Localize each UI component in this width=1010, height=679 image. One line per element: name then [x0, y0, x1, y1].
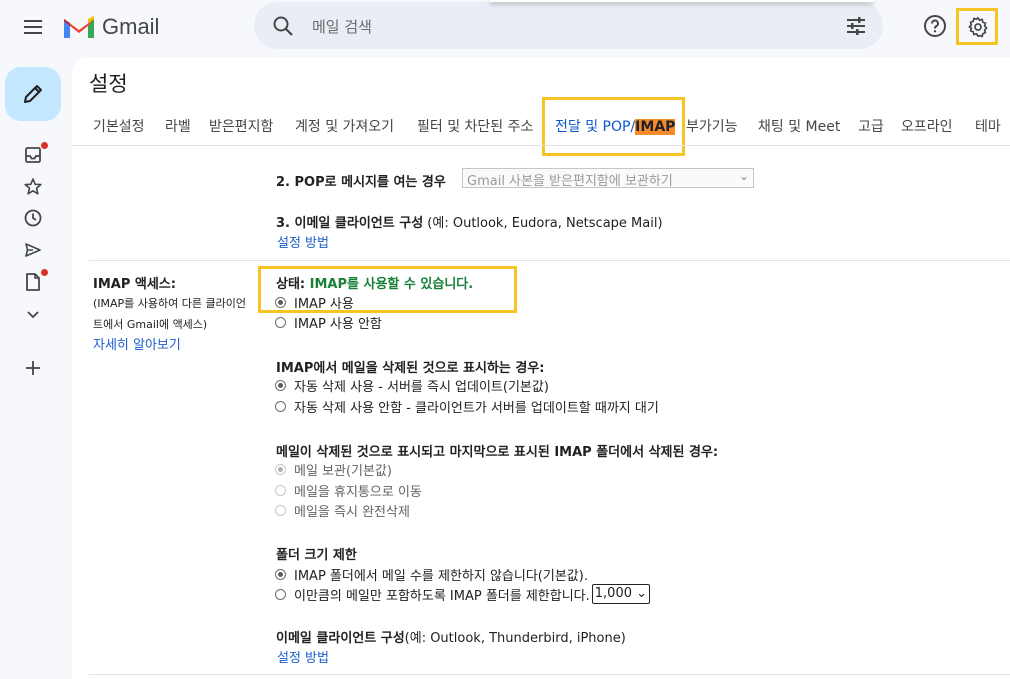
radio-button[interactable] — [275, 401, 286, 412]
delete-forever-radio[interactable]: 메일을 즉시 완전삭제 — [275, 501, 410, 520]
expunge-title: 메일이 삭제된 것으로 표시되고 마지막으로 표시된 IMAP 폴더에서 삭제된… — [276, 445, 719, 460]
plus-icon[interactable] — [22, 357, 44, 379]
pencil-icon — [24, 85, 42, 103]
tab-general[interactable]: 기본설정 — [93, 116, 145, 136]
no-folder-limit-radio[interactable]: IMAP 폴더에서 메일 수를 제한하지 않습니다(기본값). — [275, 565, 588, 584]
tab-inbox[interactable]: 받은편지함 — [209, 116, 273, 136]
tab-accounts[interactable]: 계정 및 가져오기 — [295, 116, 394, 136]
tab-addons[interactable]: 부가기능 — [686, 116, 738, 136]
chevron-down-icon: ⌄ — [738, 169, 749, 183]
pop-step3: 3. 이메일 클라이언트 구성 (예: Outlook, Eudora, Net… — [276, 212, 663, 231]
radio-label: 이만큼의 메일만 포함하도록 IMAP 폴더를 제한합니다. — [294, 588, 590, 604]
archive-radio[interactable]: 메일 보관(기본값) — [275, 460, 392, 479]
tab-advanced[interactable]: 고급 — [858, 116, 884, 136]
search-bar — [254, 2, 883, 49]
radio-button[interactable] — [275, 569, 286, 580]
client-config: 이메일 클라이언트 구성(예: Outlook, Thunderbird, iP… — [276, 627, 626, 646]
imap-note-line2: 트에서 Gmail에 액세스) — [93, 318, 208, 331]
radio-button[interactable] — [275, 505, 286, 516]
clock-icon[interactable] — [22, 207, 44, 229]
star-icon[interactable] — [22, 176, 44, 198]
settings-tabs: 기본설정 라벨 받은편지함 계정 및 가져오기 필터 및 차단된 주소 전달 및… — [72, 113, 1010, 145]
pop-step3-note: (예: Outlook, Eudora, Netscape Mail) — [423, 216, 663, 231]
radio-label: 메일을 휴지통으로 이동 — [294, 485, 422, 500]
radio-button[interactable] — [275, 317, 286, 328]
radio-label: 자동 삭제 사용 - 서버를 즉시 업데이트(기본값) — [294, 380, 549, 395]
radio-button[interactable] — [275, 485, 286, 496]
tune-icon[interactable] — [845, 15, 867, 37]
search-icon[interactable] — [272, 15, 294, 37]
settings-panel: 설정 기본설정 라벨 받은편지함 계정 및 가져오기 필터 및 차단된 주소 전… — [72, 57, 1010, 679]
settings-highlight — [956, 8, 998, 45]
auto-expunge-off-radio[interactable]: 자동 삭제 사용 안함 - 클라이언트가 서버를 업데이트할 때까지 대기 — [275, 397, 659, 416]
radio-button[interactable] — [275, 380, 286, 391]
radio-label: IMAP 폴더에서 메일 수를 제한하지 않습니다(기본값). — [294, 569, 588, 584]
client-config-title: 이메일 클라이언트 구성 — [276, 631, 405, 646]
gear-icon[interactable] — [967, 16, 989, 38]
gmail-logo[interactable]: Gmail — [62, 12, 159, 42]
menu-icon[interactable] — [20, 14, 46, 40]
learn-more-link[interactable]: 자세히 알아보기 — [93, 334, 181, 353]
radio-button[interactable] — [275, 588, 286, 600]
chevron-down-icon: ⌄ — [636, 586, 648, 601]
tab-highlight-box — [542, 97, 685, 156]
tab-offline[interactable]: 오프라인 — [901, 116, 953, 136]
folder-limit-title: 폴더 크기 제한 — [276, 548, 357, 563]
help-icon[interactable] — [922, 13, 948, 39]
search-input[interactable] — [310, 12, 814, 42]
tab-filters[interactable]: 필터 및 차단된 주소 — [417, 116, 533, 136]
chevron-down-icon[interactable] — [22, 303, 44, 325]
client-config-note: (예: Outlook, Thunderbird, iPhone) — [404, 631, 626, 646]
page-title: 설정 — [89, 72, 128, 96]
dropdown-edge — [490, 0, 874, 2]
top-bar: Gmail — [0, 0, 1010, 56]
folder-limit-select[interactable]: 1,000 ⌄ — [591, 584, 651, 604]
send-icon[interactable] — [22, 239, 44, 261]
section-divider — [89, 260, 1010, 261]
radio-label: IMAP 사용 안함 — [294, 317, 382, 332]
client-setup-link[interactable]: 설정 방법 — [277, 647, 329, 666]
status-highlight-box — [258, 266, 517, 313]
app-name: Gmail — [102, 14, 160, 39]
pop-step3-label: 3. 이메일 클라이언트 구성 — [276, 216, 424, 231]
pop-action-value: Gmail 사본을 받은편지함에 보관하기 — [467, 174, 673, 189]
tab-themes[interactable]: 테마 — [975, 116, 1001, 136]
radio-label: 자동 삭제 사용 안함 - 클라이언트가 서버를 업데이트할 때까지 대기 — [294, 401, 659, 416]
radio-label: 메일 보관(기본값) — [294, 464, 392, 479]
tabs-divider — [72, 145, 1010, 146]
gmail-m-icon — [64, 16, 94, 38]
pop-step2-label: 2. POP로 메시지를 여는 경우 — [276, 175, 446, 190]
pop-action-select[interactable]: Gmail 사본을 받은편지함에 보관하기 ⌄ — [462, 168, 754, 189]
section-divider — [89, 674, 1010, 675]
draft-dot — [41, 269, 48, 276]
imap-note-line1: (IMAP를 사용하여 다른 클라이언 — [93, 297, 246, 310]
imap-disable-radio[interactable]: IMAP 사용 안함 — [275, 313, 382, 332]
radio-button[interactable] — [275, 464, 286, 475]
imap-section-title: IMAP 액세스: — [93, 277, 176, 292]
tab-chat-meet[interactable]: 채팅 및 Meet — [758, 116, 840, 136]
limit-folder-radio[interactable]: 이만큼의 메일만 포함하도록 IMAP 폴더를 제한합니다. 1,000 ⌄ — [275, 584, 651, 604]
folder-limit-value: 1,000 — [594, 586, 632, 601]
auto-expunge-on-radio[interactable]: 자동 삭제 사용 - 서버를 즉시 업데이트(기본값) — [275, 376, 549, 395]
tab-labels[interactable]: 라벨 — [165, 116, 191, 136]
delete-mark-title: IMAP에서 메일을 삭제된 것으로 표시하는 경우: — [276, 361, 545, 376]
pop-setup-link[interactable]: 설정 방법 — [277, 232, 329, 251]
move-to-trash-radio[interactable]: 메일을 휴지통으로 이동 — [275, 481, 422, 500]
unread-dot — [41, 142, 48, 149]
compose-button[interactable] — [5, 67, 61, 121]
radio-label: 메일을 즉시 완전삭제 — [294, 505, 410, 520]
